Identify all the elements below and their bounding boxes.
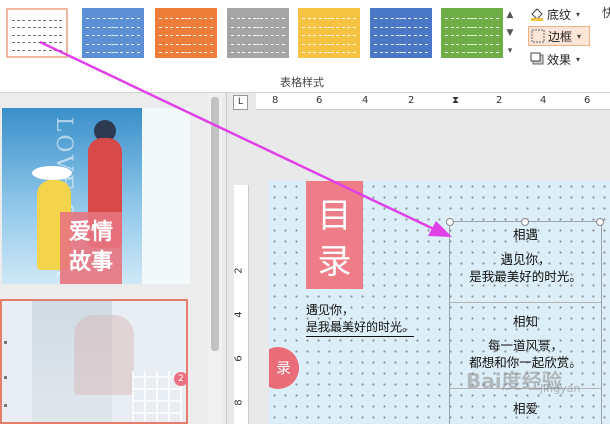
- ruler-indent-marker[interactable]: ⧗: [452, 95, 459, 106]
- table-style-plain[interactable]: [6, 8, 68, 58]
- thumbnail-title: 爱情 故事: [60, 212, 122, 284]
- gallery-scroll[interactable]: ▲ ▼ ▾: [504, 6, 516, 62]
- slide-thumbnail-1[interactable]: LOVE STORY 爱情 故事: [2, 108, 190, 284]
- table-style-green[interactable]: [441, 8, 503, 58]
- illustration-hat: [32, 166, 72, 180]
- border-label: 边框: [548, 29, 573, 44]
- table-style-blue[interactable]: [82, 8, 144, 58]
- ruler-number: 4: [233, 311, 245, 318]
- ruler-number: 2: [496, 95, 503, 106]
- slide-title[interactable]: 目录: [306, 181, 363, 289]
- border-button[interactable]: 边框 ▾: [528, 26, 590, 46]
- watermark-sub: jingyan: [540, 382, 581, 395]
- text-marker: [4, 376, 7, 379]
- slide-thumbnail-2[interactable]: [0, 299, 188, 424]
- ruler-number: 4: [362, 95, 369, 106]
- table-style-gold[interactable]: [298, 8, 360, 58]
- slide-text-line1[interactable]: 遇见你，: [306, 301, 354, 318]
- ruler-number: 4: [540, 95, 547, 106]
- chevron-down-icon: ▾: [576, 54, 581, 64]
- table-cell-heading[interactable]: 相知: [450, 313, 601, 330]
- border-grid-icon: [531, 29, 545, 43]
- ruler-number: 2: [408, 95, 415, 106]
- ribbon-edge-label: 快: [602, 6, 610, 20]
- scrollbar-thumb[interactable]: [211, 97, 219, 351]
- slide-number-badge: 2: [174, 372, 188, 386]
- section-circle[interactable]: 录: [269, 347, 299, 389]
- effects-icon: [530, 52, 544, 66]
- text-marker: [4, 341, 7, 344]
- thumbnail-scrollbar[interactable]: [208, 93, 222, 424]
- ruler-number: 6: [233, 355, 245, 362]
- chevron-down-icon: ▾: [576, 9, 581, 19]
- thumbnail-toc-panel: [142, 108, 190, 284]
- slide-text-line2[interactable]: 是我最美好的时光。: [306, 318, 415, 337]
- gallery-down-icon[interactable]: ▼: [504, 24, 516, 42]
- ribbon: ▲ ▼ ▾ 底纹 ▾ 边框 ▾ 效果 ▾ 快 表格样式: [0, 0, 610, 93]
- table-cell-text[interactable]: 每一道风景，: [450, 337, 601, 354]
- resize-handle[interactable]: [446, 218, 454, 226]
- table-style-gray[interactable]: [227, 8, 289, 58]
- table-style-orange[interactable]: [155, 8, 217, 58]
- ruler-number: 2: [233, 267, 245, 274]
- ruler-number: 6: [316, 95, 323, 106]
- ruler-number: 6: [584, 95, 591, 106]
- resize-handle[interactable]: [596, 218, 604, 226]
- chevron-down-icon: ▾: [577, 31, 582, 41]
- table-cell-text[interactable]: 遇见你，: [450, 251, 601, 268]
- table-styles-group-label: 表格样式: [280, 76, 324, 89]
- gallery-more-icon[interactable]: ▾: [504, 42, 516, 60]
- ruler-number: 8: [233, 399, 245, 406]
- paint-bucket-icon: [530, 7, 544, 21]
- text-marker: [4, 404, 7, 407]
- table-style-darkblue[interactable]: [370, 8, 432, 58]
- table-cell-heading[interactable]: 相爱: [450, 400, 601, 417]
- table-cell-text[interactable]: 是我最美好的时光。: [450, 268, 601, 285]
- gallery-up-icon[interactable]: ▲: [504, 6, 516, 24]
- table-row-divider: [450, 302, 601, 303]
- effects-button[interactable]: 效果 ▾: [528, 49, 590, 69]
- horizontal-ruler[interactable]: 8 6 4 2 ⧗ 2 4 6: [256, 93, 610, 110]
- shading-label: 底纹: [547, 7, 572, 22]
- resize-handle[interactable]: [521, 218, 529, 226]
- table-cell-heading[interactable]: 相遇: [450, 226, 601, 243]
- effects-label: 效果: [547, 52, 572, 67]
- shading-button[interactable]: 底纹 ▾: [528, 4, 590, 24]
- ruler-number: 8: [272, 95, 279, 106]
- vertical-ruler[interactable]: 2 4 6 8: [234, 185, 249, 424]
- tab-selector[interactable]: L: [233, 95, 248, 110]
- illustration-figure: [74, 315, 134, 395]
